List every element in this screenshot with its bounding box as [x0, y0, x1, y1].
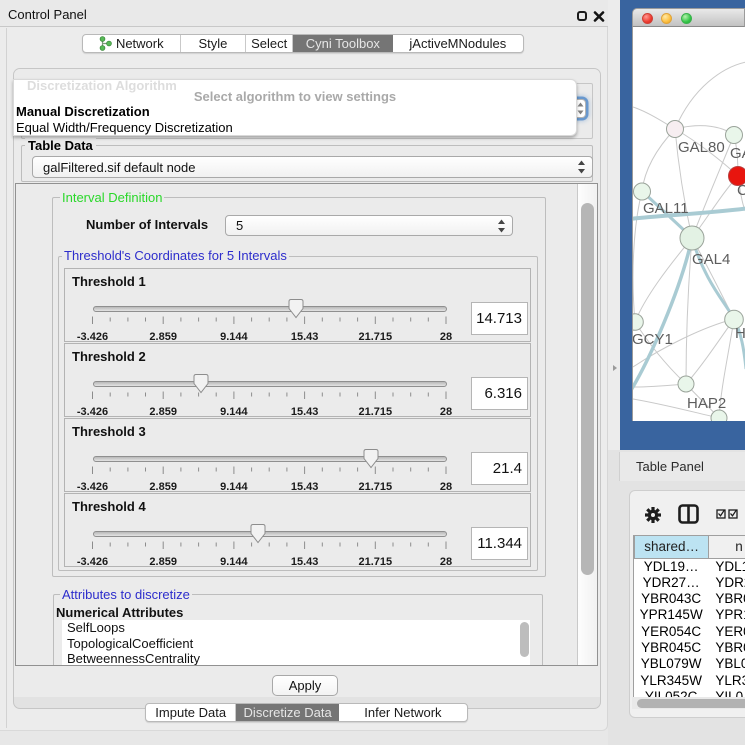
- svg-text:HAP2: HAP2: [687, 395, 726, 412]
- svg-text:GCY1: GCY1: [633, 331, 673, 348]
- svg-text:H: H: [735, 325, 745, 342]
- svg-text:GAL80: GAL80: [678, 139, 725, 156]
- svg-text:GAL11: GAL11: [643, 200, 689, 217]
- svg-text:GA: GA: [730, 145, 745, 162]
- svg-text:C: C: [737, 182, 745, 199]
- svg-text:GAL4: GAL4: [692, 251, 730, 268]
